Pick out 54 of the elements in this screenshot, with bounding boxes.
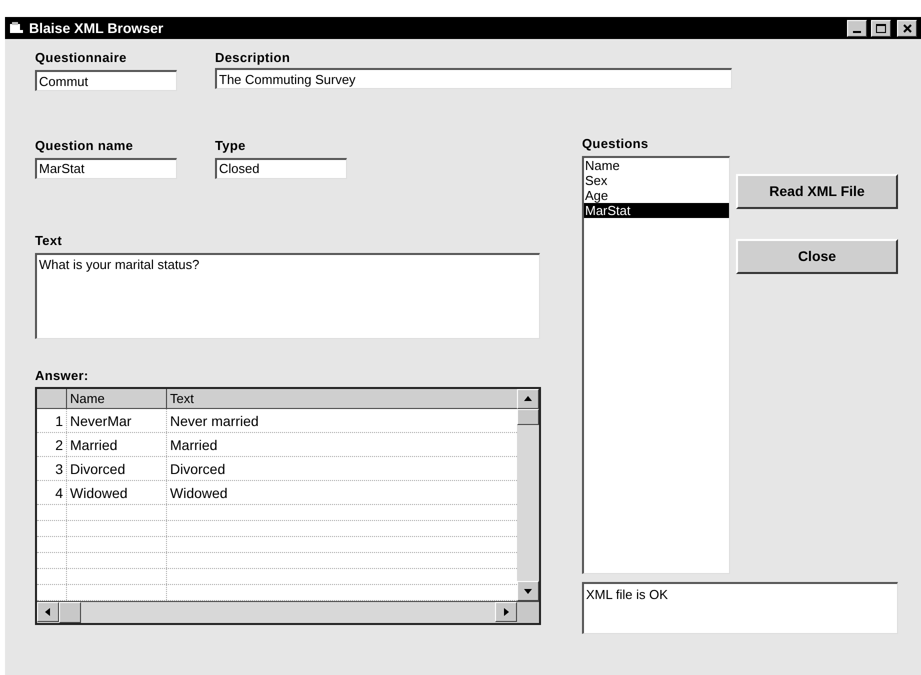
app-icon bbox=[9, 21, 25, 35]
triangle-icon bbox=[43, 607, 53, 617]
window-title: Blaise XML Browser bbox=[29, 18, 164, 38]
type-field[interactable]: Closed bbox=[215, 158, 347, 178]
row-number: 1 bbox=[37, 409, 67, 432]
questionnaire-field[interactable]: Commut bbox=[35, 70, 177, 91]
minimize-icon bbox=[853, 30, 861, 32]
scrollbar-corner bbox=[517, 602, 539, 623]
answer-label: Answer: bbox=[35, 366, 90, 384]
maximize-button[interactable] bbox=[871, 20, 891, 36]
scroll-right-button[interactable] bbox=[495, 602, 517, 622]
table-cell: Married bbox=[67, 433, 167, 456]
list-item[interactable]: Age bbox=[584, 188, 729, 202]
action-button[interactable]: Read XML File bbox=[736, 174, 898, 209]
scroll-thumb[interactable] bbox=[59, 602, 81, 623]
table-cell: NeverMar bbox=[67, 409, 167, 432]
status-field[interactable]: XML file is OK bbox=[582, 582, 898, 634]
scroll-down-button[interactable] bbox=[517, 581, 539, 601]
scroll-left-button[interactable] bbox=[37, 602, 59, 622]
scroll-thumb[interactable] bbox=[517, 409, 539, 425]
description-field[interactable]: The Commuting Survey bbox=[215, 68, 732, 89]
triangle-icon bbox=[523, 586, 533, 596]
triangle-icon bbox=[501, 607, 511, 617]
list-item[interactable]: Sex bbox=[584, 172, 729, 188]
table-cell-text: Never married bbox=[169, 412, 260, 431]
scroll-up-button[interactable] bbox=[517, 389, 539, 409]
table-cell-text: Divorced bbox=[169, 460, 226, 479]
minimize-button[interactable] bbox=[847, 20, 867, 36]
row-number: 4 bbox=[37, 481, 67, 504]
list-item[interactable]: MarStat bbox=[584, 202, 729, 218]
row-number: 2 bbox=[37, 433, 67, 456]
table-cell-text: Widowed bbox=[169, 484, 229, 503]
row-number: 3 bbox=[37, 457, 67, 480]
horizontal-scrollbar[interactable] bbox=[37, 601, 539, 623]
close-button[interactable] bbox=[897, 20, 917, 36]
vertical-scrollbar[interactable] bbox=[517, 389, 539, 601]
table-cell: Widowed bbox=[67, 481, 167, 504]
triangle-icon bbox=[523, 394, 533, 404]
field-label: Question name bbox=[35, 136, 134, 154]
field-label: Questionnaire bbox=[35, 49, 128, 67]
action-button[interactable]: Close bbox=[736, 239, 898, 274]
question-text-field[interactable]: What is your marital status? bbox=[35, 252, 540, 338]
table-cell: Divorced bbox=[67, 457, 167, 480]
field-label: Type bbox=[215, 136, 247, 155]
close-icon bbox=[902, 24, 912, 32]
list-item[interactable]: Name bbox=[584, 158, 729, 172]
column-header[interactable]: Name bbox=[67, 389, 167, 408]
field-label: Text bbox=[35, 232, 64, 250]
field-label: Description bbox=[215, 49, 292, 67]
maximize-icon bbox=[876, 24, 886, 32]
column-header[interactable]: Text bbox=[167, 389, 517, 408]
question-name-field[interactable]: MarStat bbox=[35, 158, 177, 178]
table-cell-text: Married bbox=[169, 436, 218, 455]
list-label: Questions bbox=[582, 135, 650, 153]
